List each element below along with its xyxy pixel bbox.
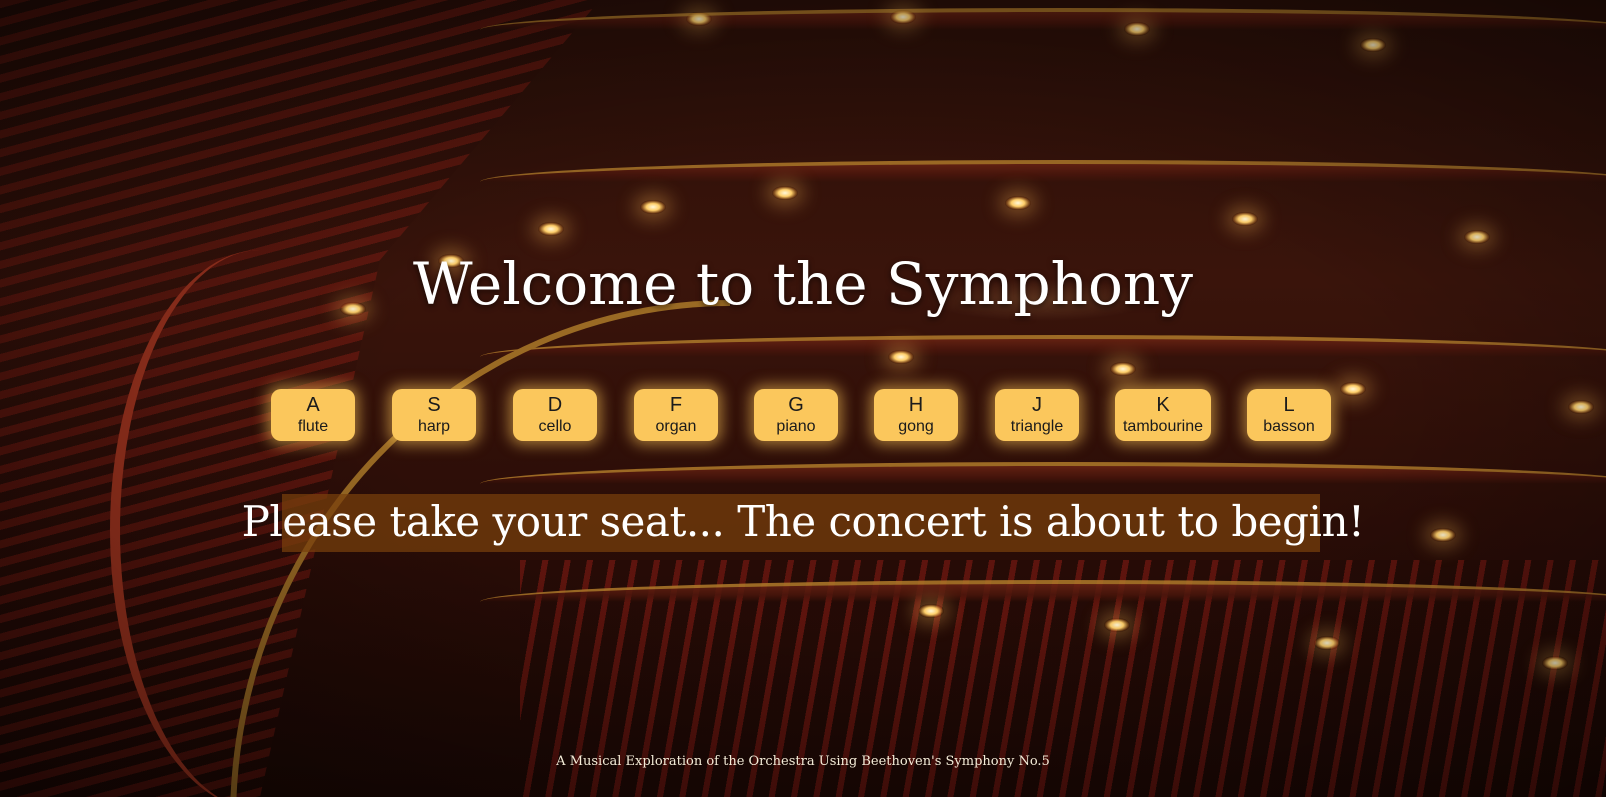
concert-hall-page: Welcome to the Symphony A flute S harp D… [0,0,1606,797]
key-letter: A [306,394,320,416]
key-instrument-label: cello [538,418,572,435]
key-instrument-label: harp [417,418,451,435]
key-a-flute[interactable]: A flute [271,389,355,441]
key-instrument-label: tambourine [1122,418,1204,435]
key-s-harp[interactable]: S harp [392,389,476,441]
key-letter: F [669,394,683,416]
key-k-tambourine[interactable]: K tambourine [1115,389,1211,441]
key-g-piano[interactable]: G piano [754,389,838,441]
instrument-key-row: A flute S harp D cello F organ G piano H… [0,389,1606,443]
key-instrument-label: flute [297,418,329,435]
key-instrument-label: organ [655,418,697,435]
key-instrument-label: piano [776,418,816,435]
key-letter: D [547,394,563,416]
key-letter: G [788,394,804,416]
key-h-gong[interactable]: H gong [874,389,958,441]
key-f-organ[interactable]: F organ [634,389,718,441]
page-title: Welcome to the Symphony [412,250,1194,318]
key-j-triangle[interactable]: J triangle [995,389,1079,441]
key-instrument-label: triangle [1010,418,1064,435]
key-instrument-label: gong [898,418,934,435]
announcement-text: Please take your seat... The concert is … [241,497,1365,546]
key-d-cello[interactable]: D cello [513,389,597,441]
key-letter: K [1156,394,1170,416]
key-letter: S [427,394,441,416]
key-letter: H [908,394,924,416]
key-instrument-label: basson [1263,418,1315,435]
key-letter: J [1032,394,1042,416]
footer-caption: A Musical Exploration of the Orchestra U… [556,754,1050,769]
key-l-basson[interactable]: L basson [1247,389,1331,441]
key-letter: L [1283,394,1295,416]
